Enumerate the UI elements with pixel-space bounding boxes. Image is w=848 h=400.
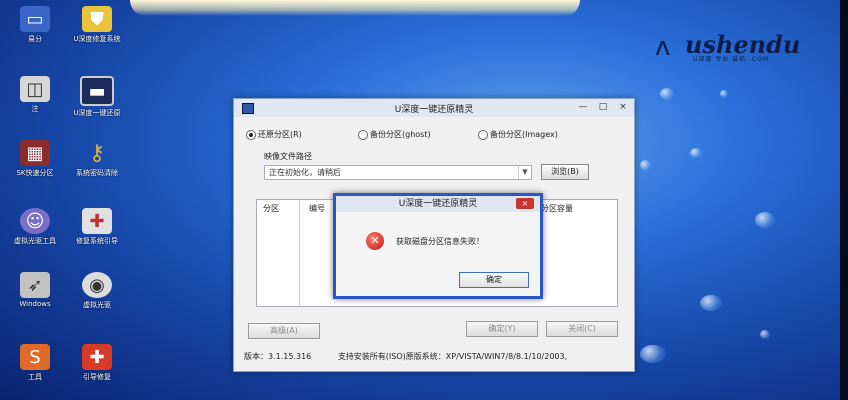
col-number: 编号 <box>309 204 325 213</box>
screen-glare <box>130 0 580 16</box>
water-drop <box>640 160 651 171</box>
rocket-icon: ➶ <box>20 272 50 298</box>
error-message: 获取磁盘分区信息失败！ <box>396 237 484 246</box>
browse-button[interactable]: 浏览(B) <box>541 164 589 180</box>
desktop-icon-6[interactable]: ⚷ 系统密码清除 <box>62 140 132 178</box>
water-drop <box>755 212 775 228</box>
dialog-close-button[interactable]: × <box>516 198 534 209</box>
dialog-body: ✕ 获取磁盘分区信息失败！ 确定 <box>336 212 540 296</box>
logo-tagline: U深度 专业 装机 .COM <box>693 56 770 63</box>
close-button[interactable]: 关闭(C) <box>546 321 618 337</box>
window-title: U深度一键还原精灵 <box>394 105 474 115</box>
maximize-button[interactable]: □ <box>596 101 610 114</box>
desktop: ʌ ushendu U深度 专业 装机 .COM ▭ 易分 ⛊ U深度修复系统 … <box>0 0 848 400</box>
image-path-value: 正在初始化，请稍后 <box>269 168 341 177</box>
desktop-icon-12[interactable]: ✚ 引导修复 <box>62 344 132 382</box>
desktop-icon-5[interactable]: ▦ SK快速分区 <box>0 140 70 178</box>
desktop-icon-3[interactable]: ◫ 注 <box>0 76 70 114</box>
dialog-titlebar[interactable]: U深度一键还原精灵 × <box>336 196 540 212</box>
mode-radio-group: 还原分区(R) 备份分区(ghost) 备份分区(Imagex) <box>246 129 626 143</box>
desktop-icon-9[interactable]: ➶ Windows <box>0 272 70 308</box>
close-window-button[interactable]: × <box>616 101 630 114</box>
key-icon: ⚷ <box>88 140 106 166</box>
screen-bezel <box>840 0 848 400</box>
ghost-icon: ☺ <box>20 208 50 234</box>
screen-icon: ▬ <box>80 76 114 106</box>
status-footer: 版本：3.1.15.316 支持安装所有(ISO)原版系统：XP/VISTA/W… <box>244 351 567 362</box>
desktop-icon-8[interactable]: ✚ 修复系统引导 <box>62 208 132 246</box>
ushendu-logo: ʌ ushendu U深度 专业 装机 .COM <box>655 30 830 64</box>
radio-dot-selected <box>246 129 256 140</box>
radio-restore-partition[interactable]: 还原分区(R) <box>246 129 302 140</box>
desktop-icon-1[interactable]: ▭ 易分 <box>0 6 70 44</box>
error-icon: ✕ <box>366 232 384 250</box>
water-drop <box>660 88 674 100</box>
image-path-combobox[interactable]: 正在初始化，请稍后 ▼ <box>264 165 532 180</box>
monitor-icon: ▭ <box>20 6 50 32</box>
advanced-button[interactable]: 高级(A) <box>248 323 320 339</box>
shield-icon: ⛊ <box>82 6 112 32</box>
desktop-icon-7[interactable]: ☺ 虚拟光驱工具 <box>0 208 70 246</box>
column-divider <box>299 200 300 306</box>
water-drop <box>700 295 722 311</box>
toolbox-icon: ✚ <box>82 208 112 234</box>
window-titlebar[interactable]: U深度一键还原精灵 — □ × <box>234 99 634 117</box>
desktop-icon-2[interactable]: ⛊ U深度修复系统 <box>62 6 132 44</box>
version-text: 版本：3.1.15.316 <box>244 352 312 361</box>
water-drop <box>760 330 770 339</box>
partition-icon: ▦ <box>20 140 50 166</box>
disc-icon: ◉ <box>82 272 112 298</box>
radio-backup-ghost[interactable]: 备份分区(ghost) <box>358 129 431 140</box>
radio-dot <box>358 129 368 140</box>
error-dialog: U深度一键还原精灵 × ✕ 获取磁盘分区信息失败！ 确定 <box>333 193 543 299</box>
desktop-icon-10[interactable]: ◉ 虚拟光驱 <box>62 272 132 310</box>
water-drop <box>640 345 666 363</box>
radio-backup-imagex[interactable]: 备份分区(Imagex) <box>478 129 558 140</box>
desktop-icon-11[interactable]: S 工具 <box>0 344 70 382</box>
s-logo-icon: S <box>20 344 50 370</box>
dialog-title: U深度一键还原精灵 <box>398 199 478 209</box>
chevron-down-icon[interactable]: ▼ <box>518 166 531 179</box>
col-capacity: 分区容量 <box>541 204 573 213</box>
confirm-button[interactable]: 确定(Y) <box>466 321 538 337</box>
firstaid-icon: ✚ <box>82 344 112 370</box>
water-drop <box>720 90 728 98</box>
support-text: 支持安装所有(ISO)原版系统：XP/VISTA/WIN7/8/8.1/10/2… <box>337 352 568 361</box>
image-path-label: 映像文件路径 <box>264 152 312 161</box>
water-drop <box>690 148 702 158</box>
dialog-ok-button[interactable]: 确定 <box>459 272 529 288</box>
desktop-icon-4[interactable]: ▬ U深度一键还原 <box>62 76 132 118</box>
col-partition: 分区 <box>263 204 279 213</box>
minimize-button[interactable]: — <box>576 101 590 114</box>
logo-mark-icon: ʌ <box>655 32 671 62</box>
app-icon: ◫ <box>20 76 50 102</box>
radio-dot <box>478 129 488 140</box>
